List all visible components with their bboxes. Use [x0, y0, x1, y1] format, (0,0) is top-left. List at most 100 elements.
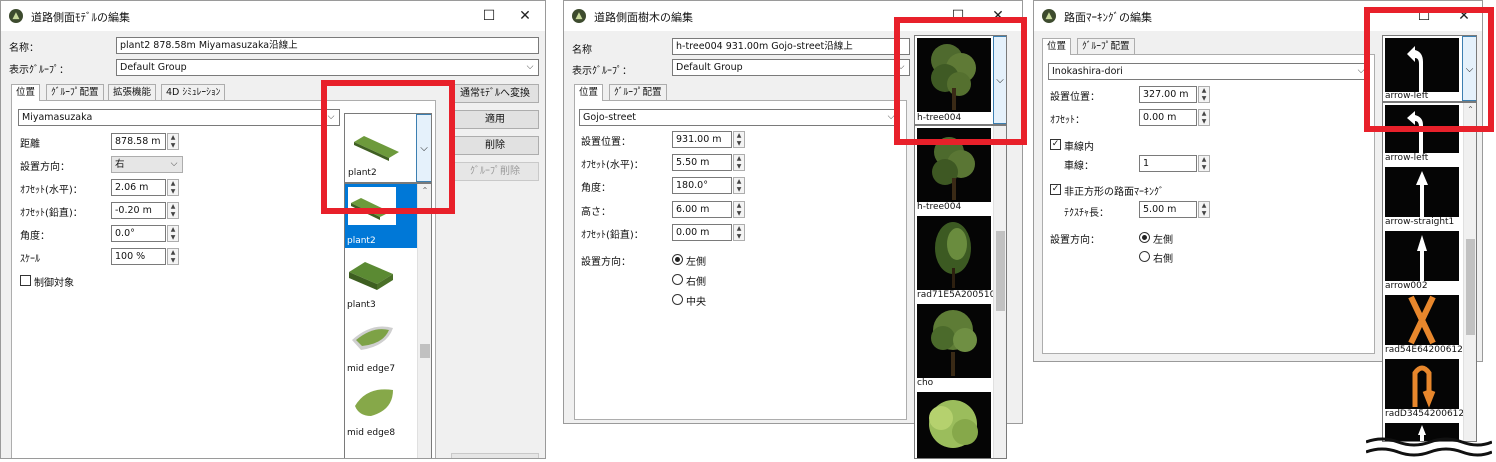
direction-select[interactable]: 右 ⌵: [111, 156, 183, 173]
road-select[interactable]: Miyamasuzaka ⌵: [18, 109, 340, 126]
offset-vertical-input[interactable]: 0.00 m: [672, 224, 732, 241]
list-item-cho[interactable]: cho: [915, 302, 993, 390]
list-item-arrow-left[interactable]: arrow-left: [1383, 103, 1463, 165]
position-input[interactable]: 327.00 m: [1139, 86, 1197, 103]
model-combo-dropdown-button[interactable]: ⌵: [416, 114, 431, 182]
road-select[interactable]: Gojo-street ⌵: [579, 109, 900, 126]
offset-vertical-spinner[interactable]: ▲ ▼: [167, 202, 179, 219]
marking-list-scrollbar[interactable]: ⌃: [1463, 103, 1476, 441]
marking-combo-dropdown-button[interactable]: ⌵: [1462, 36, 1476, 101]
scroll-up-icon[interactable]: ⌃: [1464, 103, 1476, 117]
group-select[interactable]: Default Group ⌵: [116, 59, 539, 76]
list-item-rad71E5A200510[interactable]: rad71E5A200510: [915, 214, 995, 302]
maximize-icon[interactable]: ☐: [948, 7, 968, 25]
model-list-scrollbar[interactable]: ⌃: [417, 184, 431, 458]
list-item-radD3454200612[interactable]: radD3454200612...: [1383, 357, 1473, 421]
height-input[interactable]: 6.00 m: [672, 201, 732, 218]
direction-radio-right[interactable]: [1139, 251, 1150, 262]
scale-input[interactable]: 100 %: [111, 248, 166, 265]
tree-combo-dropdown-button[interactable]: ⌵: [993, 36, 1006, 124]
close-icon[interactable]: ✕: [988, 7, 1008, 25]
window-title: 路面ﾏｰｷﾝｸﾞの編集: [1064, 11, 1152, 24]
offset-horizontal-spinner[interactable]: ▲ ▼: [167, 179, 179, 196]
road-select[interactable]: Inokashira-dori ⌵: [1048, 63, 1370, 80]
list-item-rad54E64200612[interactable]: rad54E64200612...: [1383, 293, 1471, 357]
scale-spinner[interactable]: ▲ ▼: [167, 248, 179, 265]
control-target-checkbox[interactable]: [20, 275, 31, 286]
list-item-arrow002[interactable]: arrow002: [1383, 229, 1463, 293]
offset-spinner[interactable]: ▲ ▼: [1198, 109, 1210, 126]
tree-list-scrollbar[interactable]: [993, 126, 1006, 458]
direction-radio-left[interactable]: [672, 254, 683, 265]
direction-radio-right[interactable]: [672, 274, 683, 285]
list-item-label: arrow-left: [1385, 153, 1429, 163]
height-spinner[interactable]: ▲ ▼: [733, 201, 745, 218]
lane-input[interactable]: 1: [1139, 155, 1197, 172]
distance-spinner[interactable]: ▲ ▼: [167, 133, 179, 150]
title-bar[interactable]: ▲ 道路側面樹木の編集 ☐ ✕: [564, 1, 1022, 31]
tab-extensions[interactable]: 拡張機能: [108, 84, 157, 100]
list-item-mid-edge7[interactable]: mid edge7: [345, 312, 417, 376]
offset-vertical-spinner[interactable]: ▲ ▼: [733, 224, 745, 241]
scroll-thumb[interactable]: [1466, 239, 1475, 335]
delete-group-button[interactable]: ｸﾞﾙｰﾌﾟ削除: [451, 162, 539, 181]
tree-thumbnail-h-tree004: [917, 38, 991, 112]
angle-input[interactable]: 180.0°: [672, 177, 732, 194]
tab-position[interactable]: 位置: [1042, 38, 1072, 55]
scroll-up-icon[interactable]: ⌃: [418, 184, 431, 198]
tree-combo[interactable]: h-tree004 ⌵: [914, 35, 1007, 125]
marking-combo[interactable]: arrow-left ⌵: [1382, 35, 1477, 102]
position-spinner[interactable]: ▲ ▼: [1198, 86, 1210, 103]
app-icon: ▲: [572, 9, 586, 23]
tab-group-placement[interactable]: ｸﾞﾙｰﾌﾟ配置: [1077, 38, 1135, 54]
direction-radio-left[interactable]: [1139, 232, 1150, 243]
list-item-arrow-straight1[interactable]: arrow-straight1: [1383, 165, 1463, 229]
angle-spinner[interactable]: ▲ ▼: [733, 177, 745, 194]
tab-group-placement[interactable]: ｸﾞﾙｰﾌﾟ配置: [46, 84, 104, 100]
maximize-icon[interactable]: ☐: [1414, 7, 1434, 25]
position-input[interactable]: 931.00 m: [672, 131, 732, 148]
offset-vertical-input[interactable]: -0.20 m: [111, 202, 166, 219]
delete-button[interactable]: 削除: [451, 136, 539, 155]
list-item-plant3[interactable]: plant3: [345, 248, 417, 312]
angle-spinner[interactable]: ▲ ▼: [167, 225, 179, 242]
texture-length-spinner[interactable]: ▲ ▼: [1198, 201, 1210, 218]
list-item-tree-4[interactable]: [915, 390, 993, 458]
name-input[interactable]: plant2 878.58m Miyamasuzaka沿線上: [116, 37, 539, 54]
angle-label: 角度：: [20, 231, 50, 242]
offset-horizontal-spinner[interactable]: ▲ ▼: [733, 154, 745, 171]
lane-spinner[interactable]: ▲ ▼: [1198, 155, 1210, 172]
close-icon[interactable]: ✕: [515, 7, 535, 25]
title-bar[interactable]: ▲ 路面ﾏｰｷﾝｸﾞの編集 ☐ ✕: [1034, 1, 1482, 31]
list-item-label: rad54E64200612...: [1385, 345, 1472, 355]
offset-horizontal-input[interactable]: 5.50 m: [672, 154, 732, 171]
scroll-thumb[interactable]: [996, 231, 1005, 311]
offset-horizontal-input[interactable]: 2.06 m: [111, 179, 166, 196]
name-input[interactable]: h-tree004 931.00m Gojo-street沿線上: [672, 38, 910, 55]
title-bar[interactable]: ▲ 道路側面ﾓﾃﾞﾙの編集 ☐ ✕: [1, 1, 545, 31]
maximize-icon[interactable]: ☐: [479, 7, 499, 25]
apply-button[interactable]: 適用: [451, 110, 539, 129]
chevron-down-icon: ⌵: [887, 112, 895, 122]
model-combo[interactable]: plant2 ⌵: [344, 113, 432, 183]
position-spinner[interactable]: ▲ ▼: [733, 131, 745, 148]
list-item-mid-edge8[interactable]: mid edge8: [345, 376, 417, 440]
marking-thumbnail-rad54E64200612: [1385, 295, 1459, 345]
texture-length-input[interactable]: 5.00 m: [1139, 201, 1197, 218]
group-select[interactable]: Default Group ⌵: [672, 59, 910, 76]
tab-4d-simulation[interactable]: 4D ｼﾐｭﾚｰｼｮﾝ: [161, 84, 226, 100]
non-rect-marking-checkbox[interactable]: ✓: [1050, 184, 1061, 195]
close-icon[interactable]: ✕: [1454, 7, 1474, 25]
list-item-plant2[interactable]: plant2: [345, 184, 417, 248]
tab-position[interactable]: 位置: [574, 84, 604, 101]
tab-group-placement[interactable]: ｸﾞﾙｰﾌﾟ配置: [609, 84, 667, 100]
tab-position[interactable]: 位置: [11, 84, 41, 101]
convert-to-normal-model-button[interactable]: 通常ﾓﾃﾞﾙへ変換: [451, 84, 539, 103]
list-item-h-tree004[interactable]: h-tree004: [915, 126, 993, 214]
distance-input[interactable]: 878.58 m: [111, 133, 166, 150]
scroll-thumb[interactable]: [420, 344, 430, 358]
in-lane-checkbox[interactable]: ✓: [1050, 139, 1061, 150]
offset-input[interactable]: 0.00 m: [1139, 109, 1197, 126]
angle-input[interactable]: 0.0°: [111, 225, 166, 242]
direction-radio-center[interactable]: [672, 294, 683, 305]
